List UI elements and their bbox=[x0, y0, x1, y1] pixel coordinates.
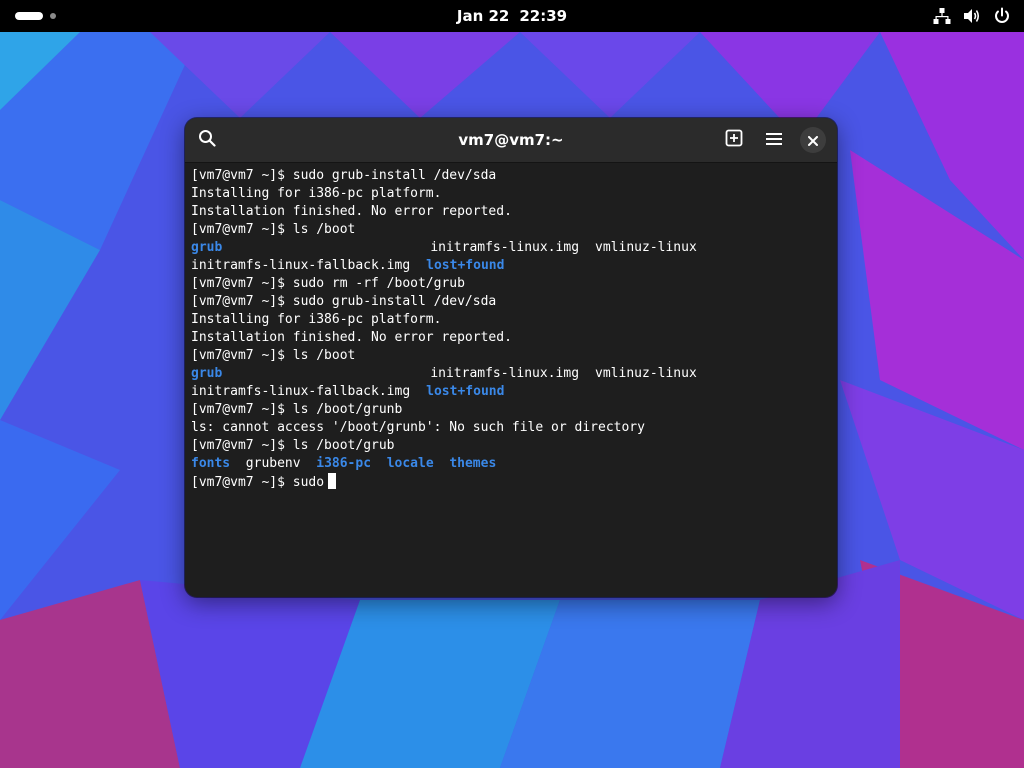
shell-prompt: [vm7@vm7 ~]$ bbox=[191, 475, 293, 490]
directory-entry: grub bbox=[191, 366, 223, 381]
terminal-line: [vm7@vm7 ~]$ ls /boot/grunb bbox=[191, 401, 831, 419]
terminal-line: grub initramfs-linux.img vmlinuz-linux bbox=[191, 239, 831, 257]
date-label[interactable]: Jan 22 bbox=[457, 7, 509, 25]
terminal-line: [vm7@vm7 ~]$ sudo rm -rf /boot/grub bbox=[191, 275, 831, 293]
activities-button[interactable] bbox=[15, 12, 43, 20]
file-entry: grubenv bbox=[245, 456, 301, 471]
terminal-line: Installing for i386-pc platform. bbox=[191, 185, 831, 203]
terminal-line: ls: cannot access '/boot/grunb': No such… bbox=[191, 419, 831, 437]
terminal-line: grub initramfs-linux.img vmlinuz-linux bbox=[191, 365, 831, 383]
output-text: Installing for i386-pc platform. bbox=[191, 312, 442, 327]
terminal-line: [vm7@vm7 ~]$ ls /boot bbox=[191, 221, 831, 239]
directory-entry: lost+found bbox=[426, 258, 505, 273]
directory-entry: locale bbox=[386, 456, 434, 471]
command-text: sudo grub-install /dev/sda bbox=[292, 168, 497, 183]
file-entry: initramfs-linux-fallback.img bbox=[191, 258, 411, 273]
terminal-line: [vm7@vm7 ~]$ ls /boot bbox=[191, 347, 831, 365]
shell-prompt: [vm7@vm7 ~]$ bbox=[191, 276, 293, 291]
directory-entry: themes bbox=[449, 456, 497, 471]
search-button[interactable] bbox=[193, 126, 221, 154]
workspace-indicator[interactable] bbox=[50, 13, 56, 19]
desktop: Jan 22 22:39 vm7@vm7:~ [vm7@vm7 ~]$ sudo… bbox=[0, 0, 1024, 768]
terminal-line: [vm7@vm7 ~]$ sudo grub-install /dev/sda bbox=[191, 167, 831, 185]
terminal-line: [vm7@vm7 ~]$ ls /boot/grub bbox=[191, 437, 831, 455]
shell-prompt: [vm7@vm7 ~]$ bbox=[191, 222, 293, 237]
power-icon[interactable] bbox=[992, 6, 1012, 26]
command-text: sudo rm -rf /boot/grub bbox=[292, 276, 465, 291]
terminal-titlebar[interactable]: vm7@vm7:~ bbox=[185, 118, 837, 163]
error-text: ls: cannot access '/boot/grunb': No such… bbox=[191, 420, 645, 435]
output-text: Installation finished. No error reported… bbox=[191, 204, 512, 219]
file-entry: initramfs-linux.img bbox=[430, 240, 580, 255]
directory-entry: fonts bbox=[191, 456, 231, 471]
terminal-line: initramfs-linux-fallback.img lost+found bbox=[191, 383, 831, 401]
directory-entry: lost+found bbox=[426, 384, 505, 399]
terminal-window[interactable]: vm7@vm7:~ [vm7@vm7 ~]$ sudo grub-install… bbox=[185, 118, 837, 597]
hamburger-menu-icon bbox=[766, 131, 782, 150]
shell-prompt: [vm7@vm7 ~]$ bbox=[191, 294, 293, 309]
output-text: Installing for i386-pc platform. bbox=[191, 186, 442, 201]
command-text: ls /boot/grub bbox=[292, 438, 395, 453]
main-menu-button[interactable] bbox=[760, 126, 788, 154]
file-entry: vmlinuz-linux bbox=[595, 366, 697, 381]
terminal-line: Installing for i386-pc platform. bbox=[191, 311, 831, 329]
command-text: ls /boot/grunb bbox=[292, 402, 403, 417]
top-bar: Jan 22 22:39 bbox=[0, 0, 1024, 32]
search-icon bbox=[198, 129, 216, 151]
time-label[interactable]: 22:39 bbox=[519, 7, 567, 25]
text-cursor bbox=[328, 473, 337, 489]
directory-entry: i386-pc bbox=[316, 456, 372, 471]
command-text: sudo grub-install /dev/sda bbox=[292, 294, 497, 309]
output-text: Installation finished. No error reported… bbox=[191, 330, 512, 345]
shell-prompt: [vm7@vm7 ~]$ bbox=[191, 348, 293, 363]
directory-entry: grub bbox=[191, 240, 223, 255]
new-tab-button[interactable] bbox=[720, 126, 748, 154]
terminal-line: initramfs-linux-fallback.img lost+found bbox=[191, 257, 831, 275]
terminal-line: [vm7@vm7 ~]$ sudo grub-install /dev/sda bbox=[191, 293, 831, 311]
shell-prompt: [vm7@vm7 ~]$ bbox=[191, 168, 293, 183]
network-icon[interactable] bbox=[932, 6, 952, 26]
command-text: ls /boot bbox=[292, 222, 356, 237]
shell-prompt: [vm7@vm7 ~]$ bbox=[191, 402, 293, 417]
system-tray[interactable] bbox=[932, 6, 1012, 26]
terminal-line: Installation finished. No error reported… bbox=[191, 329, 831, 347]
command-input[interactable]: sudo bbox=[293, 475, 324, 490]
file-entry: vmlinuz-linux bbox=[595, 240, 697, 255]
shell-prompt: [vm7@vm7 ~]$ bbox=[191, 438, 293, 453]
file-entry: initramfs-linux-fallback.img bbox=[191, 384, 411, 399]
terminal-line: [vm7@vm7 ~]$ sudo bbox=[191, 473, 831, 491]
close-button[interactable] bbox=[800, 127, 826, 153]
volume-icon[interactable] bbox=[962, 6, 982, 26]
new-tab-icon bbox=[725, 129, 743, 151]
command-text: ls /boot bbox=[292, 348, 356, 363]
close-icon bbox=[808, 131, 818, 150]
clock: Jan 22 22:39 bbox=[0, 0, 1024, 32]
file-entry: initramfs-linux.img bbox=[430, 366, 580, 381]
terminal-line: Installation finished. No error reported… bbox=[191, 203, 831, 221]
terminal-line: fonts grubenv i386-pc locale themes bbox=[191, 455, 831, 473]
terminal-output[interactable]: [vm7@vm7 ~]$ sudo grub-install /dev/sda … bbox=[185, 163, 837, 491]
